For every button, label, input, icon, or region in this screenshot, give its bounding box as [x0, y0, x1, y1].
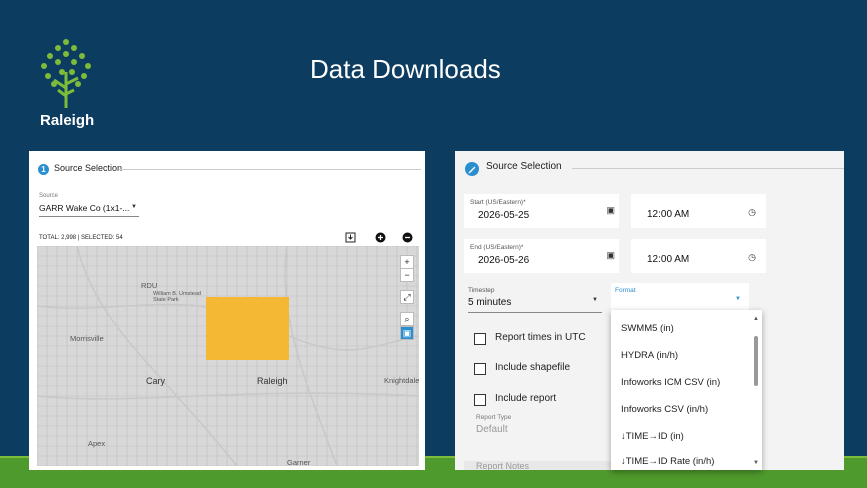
scroll-up-icon[interactable]: ▲	[753, 316, 759, 322]
report-utc-checkbox[interactable]	[474, 333, 486, 345]
scroll-down-icon[interactable]: ▼	[753, 460, 759, 466]
format-select[interactable]: Format ▼	[611, 283, 749, 313]
report-type-value[interactable]: Default	[476, 424, 508, 435]
clock-icon[interactable]: ◷	[748, 252, 756, 263]
source-label: Source	[39, 193, 59, 199]
add-circle-icon[interactable]	[374, 231, 386, 243]
start-label: Start (US/Eastern)*	[470, 199, 526, 206]
format-option[interactable]: ↓TIME→ID Rate (in/h)	[621, 456, 714, 467]
fullscreen-icon[interactable]: ⤢	[400, 290, 414, 304]
step-badge: 1	[38, 164, 49, 175]
include-shapefile-checkbox[interactable]	[474, 363, 486, 375]
pencil-icon	[465, 162, 479, 176]
download-icon[interactable]	[344, 231, 356, 243]
panel-title: Source Selection	[486, 161, 562, 172]
calendar-icon[interactable]: ▣	[606, 205, 615, 216]
format-option[interactable]: SWMM5 (in)	[621, 323, 674, 334]
clock-icon[interactable]: ◷	[748, 207, 756, 218]
map-view[interactable]: RDU William B. Umstead State Park Morris…	[37, 246, 419, 466]
report-utc-label: Report times in UTC	[495, 332, 586, 343]
end-time-value[interactable]: 12:00 AM	[647, 254, 689, 265]
search-icon[interactable]: ⌕	[400, 312, 414, 326]
report-type-label: Report Type	[476, 414, 512, 421]
source-selection-map-panel: 1 Source Selection Source GARR Wake Co (…	[29, 151, 425, 470]
map-label-morrisville: Morrisville	[70, 334, 104, 343]
start-time-value[interactable]: 12:00 AM	[647, 209, 689, 220]
end-date-field[interactable]: End (US/Eastern)* 2026-05-26 ▣	[464, 239, 619, 273]
chevron-down-icon[interactable]: ▼	[592, 297, 598, 303]
end-label: End (US/Eastern)*	[470, 244, 524, 251]
remove-circle-icon[interactable]	[401, 231, 413, 243]
calendar-icon[interactable]: ▣	[606, 250, 615, 261]
format-dropdown-menu[interactable]: SWMM5 (in) HYDRA (in/h) Infoworks ICM CS…	[611, 310, 762, 470]
start-time-field[interactable]: 12:00 AM ◷	[631, 194, 766, 228]
panel-title: Source Selection	[54, 163, 123, 173]
format-label: Format	[615, 287, 636, 294]
chevron-down-icon[interactable]: ▼	[131, 204, 137, 210]
map-label-raleigh: Raleigh	[257, 376, 288, 386]
report-notes-label: Report Notes	[476, 461, 530, 470]
report-type-select[interactable]: Report Type Default	[464, 409, 612, 439]
page-title: Data Downloads	[310, 54, 501, 84]
source-select[interactable]: GARR Wake Co (1x1-...	[39, 203, 129, 213]
start-date-field[interactable]: Start (US/Eastern)* 2026-05-25 ▣	[464, 194, 619, 228]
zoom-in-button[interactable]: +	[400, 255, 414, 269]
layers-icon[interactable]: ▣	[400, 326, 414, 340]
map-label-rdu: RDU	[141, 281, 158, 290]
map-label-state-park: William B. Umstead State Park	[153, 291, 201, 303]
timestep-select[interactable]: Timestep 5 minutes ▼	[464, 283, 602, 313]
format-option[interactable]: Infoworks ICM CSV (in)	[621, 377, 720, 388]
start-date-value[interactable]: 2026-05-25	[478, 210, 529, 221]
format-option[interactable]: Infoworks CSV (in/h)	[621, 404, 708, 415]
map-label-apex: Apex	[88, 439, 106, 448]
include-shapefile-label: Include shapefile	[495, 362, 571, 373]
zoom-out-button[interactable]: −	[400, 268, 414, 282]
title-rule	[119, 169, 421, 170]
logo-text: Raleigh	[40, 112, 95, 129]
map-label-garner: Garner	[287, 458, 311, 466]
end-date-value[interactable]: 2026-05-26	[478, 255, 529, 266]
source-underline	[39, 216, 139, 217]
timestep-label: Timestep	[468, 287, 495, 294]
title-rule	[572, 168, 844, 169]
totals-text: TOTAL: 2,998 | SELECTED: 54	[39, 235, 123, 241]
dropdown-scrollbar[interactable]	[754, 336, 758, 386]
map-label-knightdale: Knightdale	[384, 376, 419, 385]
report-notes-field[interactable]: Report Notes	[464, 461, 612, 470]
map-label-cary: Cary	[146, 376, 166, 386]
selected-area	[206, 297, 289, 360]
include-report-checkbox[interactable]	[474, 394, 486, 406]
end-time-field[interactable]: 12:00 AM ◷	[631, 239, 766, 273]
chevron-down-icon[interactable]: ▼	[735, 296, 741, 302]
include-report-label: Include report	[495, 393, 557, 404]
format-option[interactable]: HYDRA (in/h)	[621, 350, 678, 361]
timestep-value[interactable]: 5 minutes	[468, 297, 511, 308]
format-option[interactable]: ↓TIME→ID (in)	[621, 431, 684, 442]
